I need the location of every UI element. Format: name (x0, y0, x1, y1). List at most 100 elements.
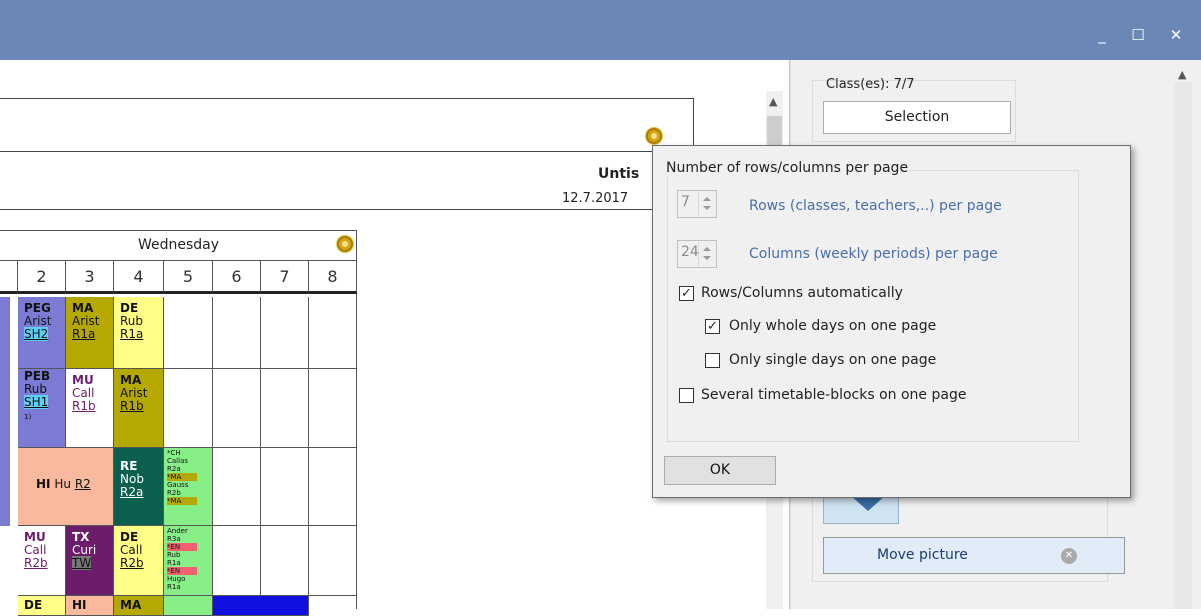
stepper-up-icon[interactable] (703, 197, 711, 201)
auto-rows-columns-label: Rows/Columns automatically (701, 285, 903, 301)
several-blocks-checkbox[interactable] (679, 388, 694, 403)
empty-cell[interactable] (309, 369, 357, 448)
lesson-cell[interactable]: DE (18, 596, 66, 616)
lesson-room: R1b (120, 399, 144, 413)
stepper-up-icon[interactable] (703, 247, 711, 251)
scroll-up-arrow-icon[interactable]: ▲ (1178, 68, 1186, 81)
columns-per-page-value: 24 (681, 244, 699, 260)
lesson-room: R1a (72, 327, 96, 341)
lesson-room: R2a (120, 485, 144, 499)
auto-rows-columns-checkbox[interactable]: ✓ (679, 286, 694, 301)
lesson-subject: MU (24, 530, 46, 544)
whole-days-checkbox[interactable]: ✓ (705, 319, 720, 334)
empty-cell[interactable] (164, 369, 213, 448)
lesson-cell[interactable] (213, 596, 309, 616)
stepper-buttons[interactable] (698, 192, 715, 216)
period-header: 4 (114, 261, 164, 294)
lesson-line: R1a (167, 583, 181, 591)
empty-cell[interactable] (261, 297, 309, 369)
lesson-room: R2b (24, 556, 48, 570)
empty-cell[interactable] (213, 448, 261, 526)
lesson-cell[interactable]: MU Call R2b (18, 526, 66, 596)
lesson-line: Callas (167, 457, 189, 465)
rows-per-page-stepper[interactable]: 7 (677, 190, 717, 218)
lesson-line: R2a (167, 465, 181, 473)
lesson-cell[interactable]: DE Rub R1a (114, 297, 164, 369)
empty-cell[interactable] (309, 526, 357, 596)
empty-cell[interactable] (213, 526, 261, 596)
timetable-settings-gear-icon[interactable] (337, 236, 353, 252)
lesson-cell[interactable]: MA (114, 596, 164, 616)
empty-cell[interactable] (309, 297, 357, 369)
lesson-cell[interactable] (164, 596, 213, 616)
single-days-checkbox[interactable] (705, 353, 720, 368)
move-picture-button[interactable]: Move picture ✕ (823, 537, 1125, 574)
lesson-cell[interactable]: *CH Callas R2a *MA Gauss R2b *MA (164, 448, 213, 526)
period-header-stub (0, 261, 18, 294)
lesson-cell[interactable]: MU Call R1b (66, 369, 114, 448)
lesson-line: Gauss (167, 481, 189, 489)
minimize-button[interactable]: _ (1089, 22, 1115, 48)
columns-per-page-stepper[interactable]: 24 (677, 240, 717, 268)
lesson-cell[interactable]: MA Arist R1b (114, 369, 164, 448)
lesson-teacher: Arist (24, 314, 52, 328)
lesson-teacher: Call (24, 543, 47, 557)
period-header: 5 (164, 261, 213, 294)
empty-cell[interactable] (261, 369, 309, 448)
lesson-room: R1b (72, 399, 96, 413)
lesson-cell[interactable]: DE Call R2b (114, 526, 164, 596)
period-header: 3 (66, 261, 114, 294)
scrollbar-track[interactable] (1174, 82, 1192, 609)
stepper-down-icon[interactable] (703, 206, 711, 210)
rows-columns-group-title: Number of rows/columns per page (666, 160, 911, 176)
header-settings-gear-icon[interactable] (646, 128, 662, 144)
pe-continuation-strip (0, 297, 10, 448)
lesson-cell[interactable]: MA Arist R1a (66, 297, 114, 369)
empty-cell[interactable] (213, 369, 261, 448)
lesson-teacher: Rub (120, 314, 144, 328)
empty-cell[interactable] (309, 448, 357, 526)
lesson-line: Ander (167, 527, 188, 535)
lesson-cell[interactable]: HI Hu R2 (18, 448, 114, 526)
remove-picture-icon[interactable]: ✕ (1061, 548, 1077, 564)
selection-button[interactable]: Selection (823, 101, 1011, 134)
close-button[interactable]: ✕ (1163, 22, 1189, 48)
empty-cell[interactable] (261, 448, 309, 526)
lesson-cell[interactable]: PEG Arist SH2 (18, 297, 66, 369)
lesson-cell[interactable]: HI (66, 596, 114, 616)
lesson-cell[interactable]: TX Curi TW (66, 526, 114, 596)
lesson-cell[interactable]: RE Nob R2a (114, 448, 164, 526)
period-header: 2 (18, 261, 66, 294)
lesson-subject: MA (120, 373, 142, 387)
lesson-room: SH2 (24, 327, 49, 341)
stepper-buttons[interactable] (698, 242, 715, 266)
lesson-teacher: Rub (24, 382, 48, 396)
lesson-line: *CH (167, 449, 181, 457)
header-divider (0, 151, 694, 152)
lesson-room: R2b (120, 556, 144, 570)
lesson-subject: HI (72, 598, 87, 612)
maximize-button[interactable]: ☐ (1125, 22, 1151, 48)
empty-cell[interactable] (261, 526, 309, 596)
lesson-subject: PEB (24, 369, 51, 383)
lesson-subject: DE (120, 530, 139, 544)
lesson-cell[interactable]: Ander R3a *EN Rub R1a *EN Hugo R1a (164, 526, 213, 596)
day-header: Wednesday (0, 231, 357, 261)
lesson-subject: MU (72, 373, 94, 387)
lesson-line: *EN (167, 567, 197, 575)
several-blocks-label: Several timetable-blocks on one page (701, 387, 967, 403)
empty-cell[interactable] (164, 297, 213, 369)
lesson-subject: HI (36, 477, 51, 491)
ok-button[interactable]: OK (664, 456, 776, 485)
lesson-footnote: 1) (24, 413, 32, 421)
stepper-down-icon[interactable] (703, 256, 711, 260)
lesson-subject: TX (72, 530, 90, 544)
pe-continuation-strip (0, 448, 10, 526)
single-days-label: Only single days on one page (729, 352, 937, 368)
lesson-line: R2b (167, 489, 181, 497)
empty-cell[interactable] (213, 297, 261, 369)
lesson-cell[interactable]: PEB Rub SH1 1) (18, 369, 66, 448)
panel-vertical-scrollbar[interactable]: ▲ (1171, 60, 1201, 609)
scroll-up-arrow-icon[interactable]: ▲ (769, 95, 777, 108)
lesson-subject: RE (120, 459, 138, 473)
